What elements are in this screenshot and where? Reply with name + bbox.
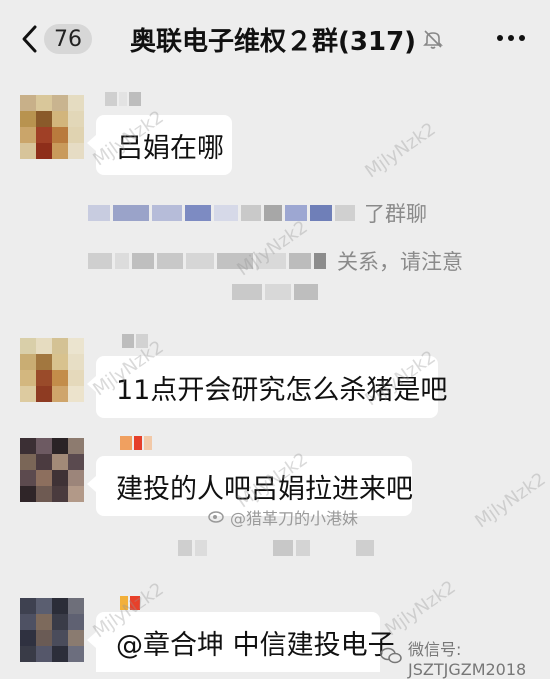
system-notice-text: 了群聊: [364, 202, 427, 226]
system-notice-text: 关系，请注意: [337, 250, 463, 274]
wechat-watermark-text: 微信号: JSZTJGZM2018: [408, 640, 527, 679]
weibo-icon: [208, 508, 226, 527]
message-text: @章合坤 中信建投电子: [116, 629, 395, 661]
avatar[interactable]: [20, 95, 84, 159]
sender-name-redacted: [105, 92, 141, 110]
system-notice-line: 了群聊: [88, 198, 427, 228]
group-title-text: 奥联电子维权２群(317): [130, 26, 417, 57]
mute-bell-icon: [422, 28, 444, 50]
chat-header: 76 奥联电子维权２群(317): [0, 0, 550, 78]
avatar[interactable]: [20, 338, 84, 402]
diagonal-watermark: MjlyNzk2: [471, 468, 550, 533]
back-button[interactable]: 76: [18, 22, 92, 56]
weibo-watermark: @猎革刀的小港妹: [208, 505, 358, 529]
sender-name-redacted: [120, 436, 152, 454]
wechat-icon: [380, 647, 402, 669]
group-title: 奥联电子维权２群(317): [130, 22, 444, 57]
more-dots-icon[interactable]: [496, 30, 526, 46]
chevron-left-icon: [18, 22, 40, 56]
wechat-watermark: 微信号: JSZTJGZM2018: [380, 636, 550, 679]
avatar[interactable]: [20, 598, 84, 662]
avatar[interactable]: [20, 438, 84, 502]
message-bubble[interactable]: @章合坤 中信建投电子: [87, 612, 395, 672]
diagonal-watermark: MjlyNzk2: [381, 576, 460, 641]
diagonal-watermark: MjlyNzk2: [361, 118, 440, 183]
system-notice-line: [232, 284, 318, 300]
timestamp-redacted: [178, 540, 374, 556]
unread-count-badge: 76: [44, 24, 92, 54]
